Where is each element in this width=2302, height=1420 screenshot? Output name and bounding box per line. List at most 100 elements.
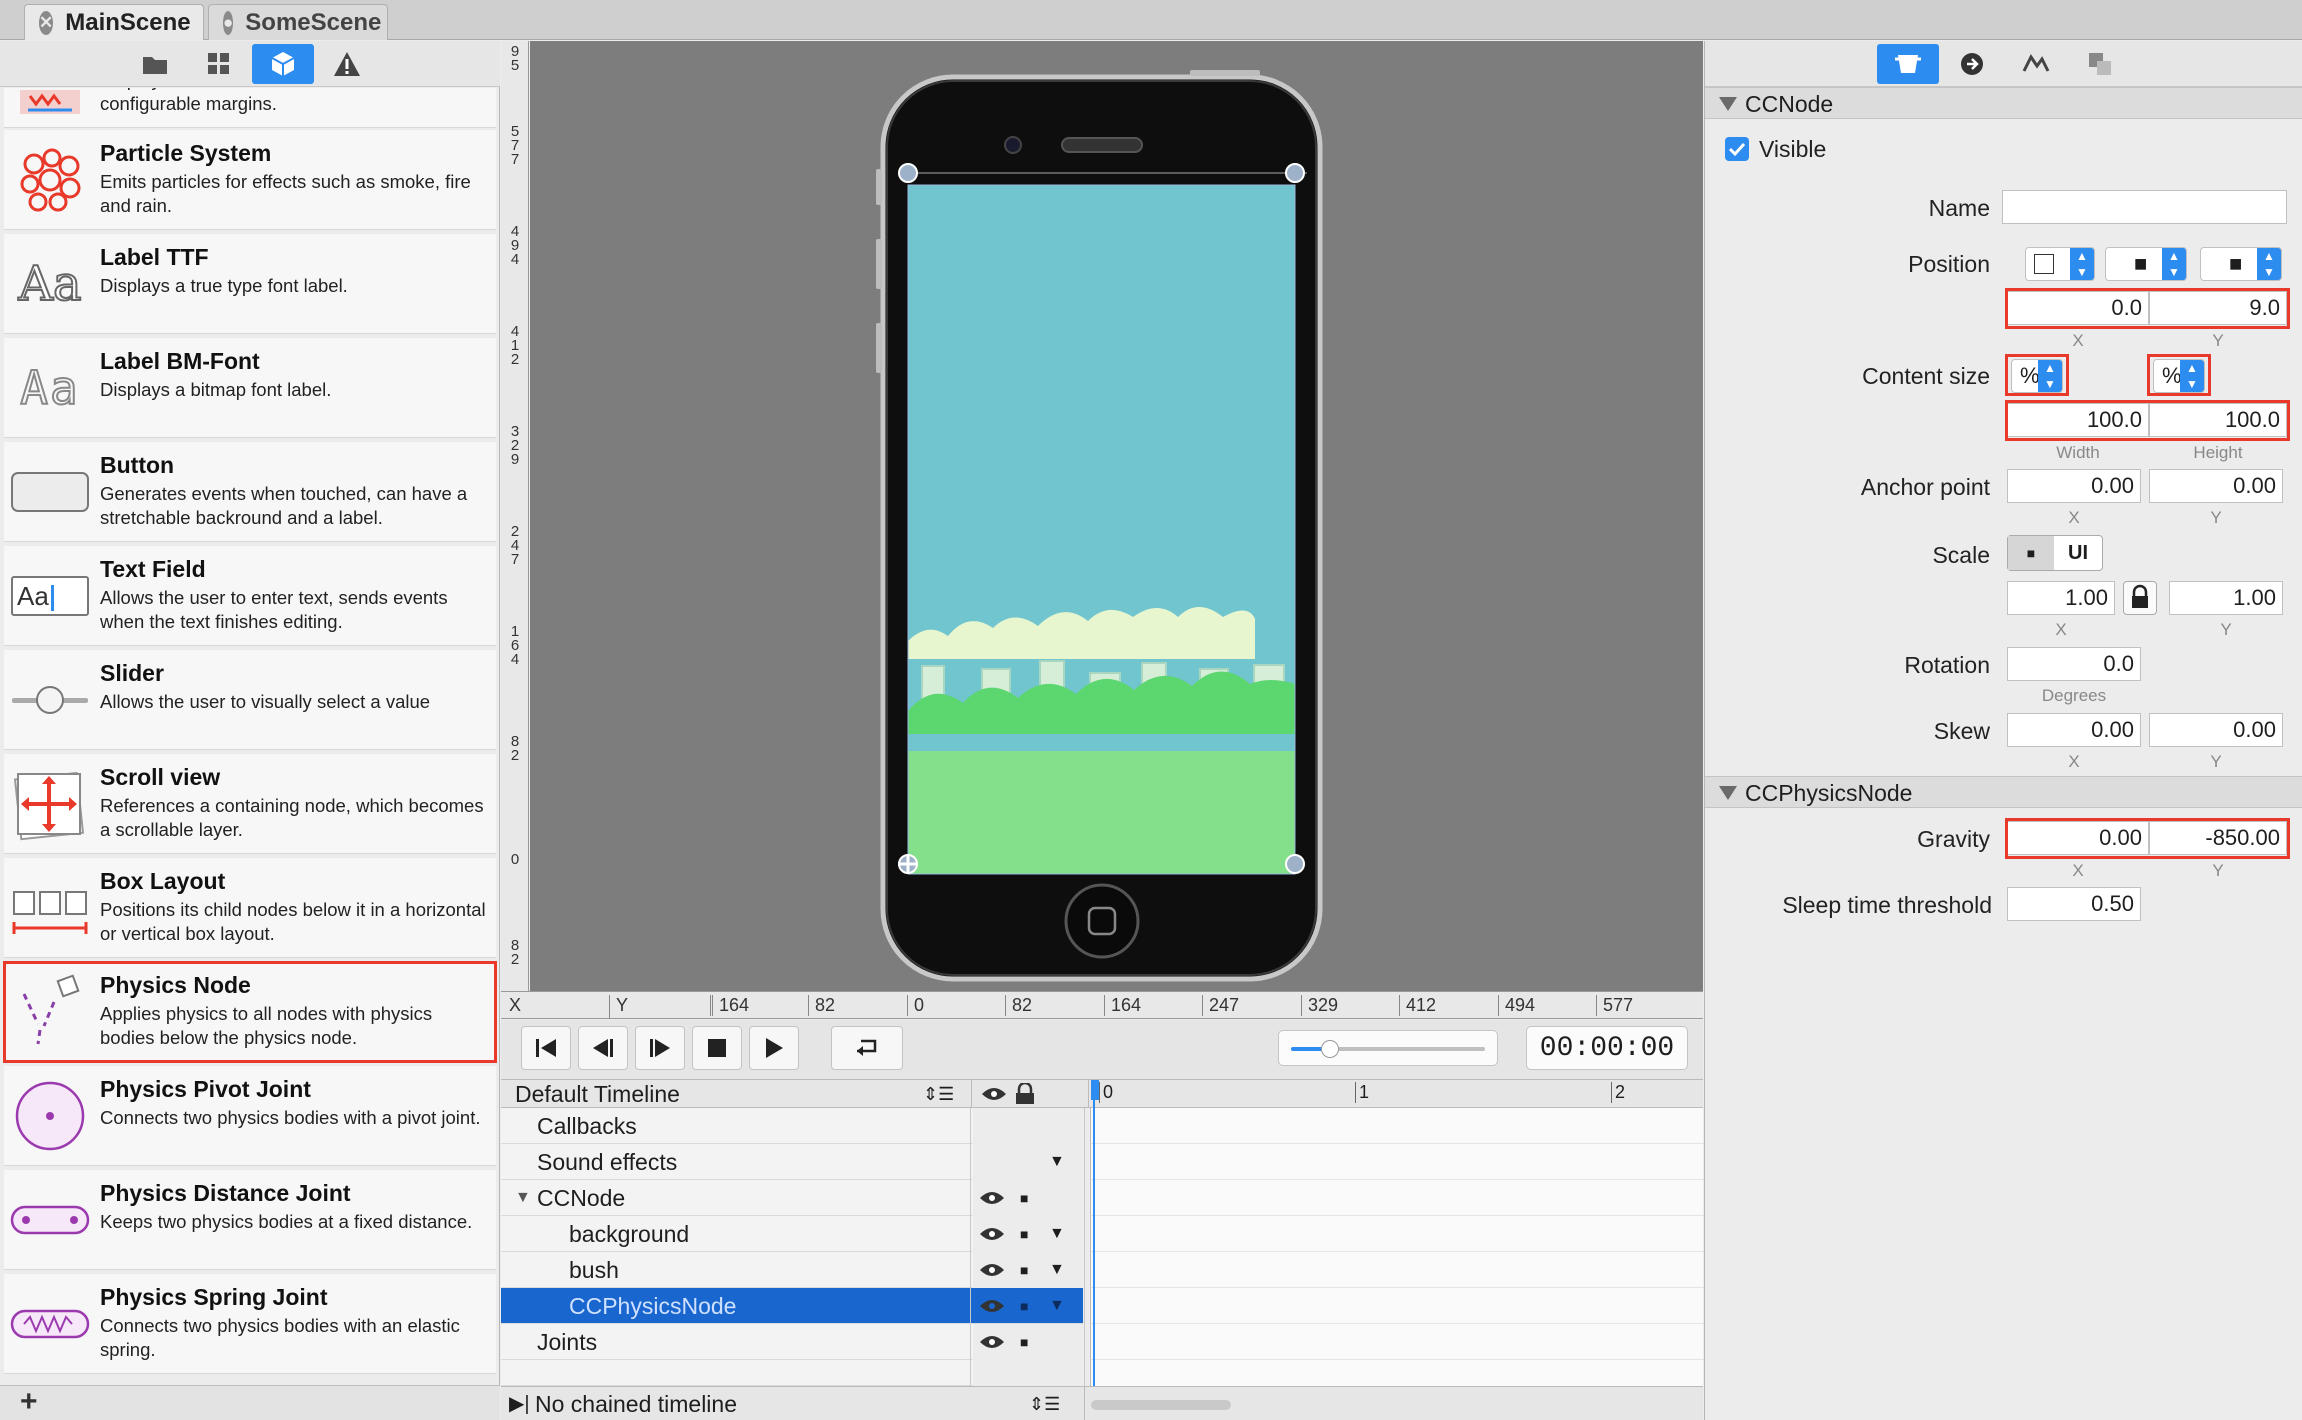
library-item-physics-spring-joint[interactable]: Physics Spring Joint Connects two physic… (4, 1274, 496, 1374)
position-corner-select[interactable]: ▲ ▼ (2025, 247, 2095, 281)
chain-menu-icon[interactable]: ⇕☰ (1029, 1387, 1060, 1420)
library-item-physics-distance-joint[interactable]: Physics Distance Joint Keeps two physics… (4, 1170, 496, 1270)
library-item-box-layout[interactable]: Box Layout Positions its child nodes bel… (4, 858, 496, 958)
tab-somescene[interactable]: ● SomeScene (208, 4, 388, 40)
library-item-text-field[interactable]: Aa Text Field Allows the user to enter t… (4, 546, 496, 646)
position-y-unit-select[interactable]: ■ ▲ ▼ (2200, 247, 2282, 281)
scene-canvas[interactable] (530, 41, 1703, 991)
slider-knob[interactable] (1320, 1040, 1339, 1058)
dropdown-arrow-icon[interactable]: ▼ (1049, 1252, 1065, 1288)
physics-tab[interactable] (2005, 44, 2067, 84)
library-item-particle-system[interactable]: Particle System Emits particles for effe… (4, 130, 496, 230)
dropdown-arrow-icon[interactable]: ▼ (1049, 1216, 1065, 1252)
ruler-label: 9 5 (510, 43, 520, 74)
eye-icon[interactable] (979, 1297, 1005, 1315)
step-forward-button[interactable] (635, 1026, 685, 1070)
timeline-row-ccnode[interactable]: ▼ CCNode ■ (501, 1180, 1028, 1216)
visible-checkbox[interactable] (1725, 137, 1749, 161)
x-caption: X (2072, 331, 2084, 350)
scale-point-segment[interactable]: ■ (2008, 536, 2054, 570)
node-cube-icon[interactable] (252, 44, 314, 84)
timeline-row-joints[interactable]: Joints ■ (501, 1324, 1028, 1360)
timeline-menu-icon[interactable]: ⇕☰ (923, 1080, 954, 1108)
library-item-label-ttf[interactable]: Aa Label TTF Displays a true type font l… (4, 234, 496, 334)
library-item-button[interactable]: Button Generates events when touched, ca… (4, 442, 496, 542)
timeline-row-bush[interactable]: bush ■ ▼ (501, 1252, 1065, 1288)
chained-timeline-select[interactable]: No chained timeline (535, 1387, 737, 1420)
eye-icon[interactable] (979, 1333, 1005, 1351)
warning-icon[interactable] (316, 44, 378, 84)
add-button[interactable]: + (20, 1386, 38, 1418)
library-item-label-bmfont[interactable]: Aa Label BM-Font Displays a bitmap font … (4, 338, 496, 438)
dropdown-arrow-icon[interactable]: ▼ (1049, 1288, 1065, 1324)
timeline-row-sound-effects[interactable]: Sound effects ▼ (501, 1144, 1065, 1180)
timeline-row-callbacks[interactable]: Callbacks (501, 1108, 973, 1144)
scale-x-field[interactable]: 1.00 (2007, 581, 2115, 615)
lock-icon (1016, 1083, 1034, 1104)
scale-ui-segment[interactable]: UI (2054, 536, 2102, 570)
y-caption: Y (2210, 752, 2222, 771)
timeline-zoom-slider[interactable] (1278, 1030, 1498, 1066)
properties-tab[interactable] (1877, 44, 1939, 84)
tab-mainscene[interactable]: ✕ MainScene (24, 4, 204, 40)
item-desc: Applies physics to all nodes with physic… (100, 1003, 433, 1048)
code-connections-tab[interactable] (1941, 44, 2003, 84)
library-item-slider[interactable]: Slider Allows the user to visually selec… (4, 650, 496, 750)
scale-y-field[interactable]: 1.00 (2169, 581, 2283, 615)
selection-handle[interactable] (1285, 854, 1305, 874)
row-label: Callbacks (537, 1113, 637, 1139)
disclosure-triangle-icon[interactable]: ▼ (515, 1180, 531, 1216)
chain-play-icon[interactable]: ▶| (509, 1387, 530, 1420)
skew-y-field[interactable]: 0.00 (2149, 713, 2283, 747)
name-field[interactable] (2002, 190, 2287, 224)
eye-icon[interactable] (979, 1261, 1005, 1279)
selection-handle[interactable] (898, 163, 918, 183)
lock-dot-icon[interactable]: ■ (1020, 1324, 1028, 1360)
position-x-unit-select[interactable]: ■ ▲ ▼ (2105, 247, 2187, 281)
anchor-x-field[interactable]: 0.00 (2007, 469, 2141, 503)
library-item-sprite9slice[interactable]: Displays stretchable 9-sliced texture wi… (4, 88, 496, 128)
rotation-field[interactable]: 0.0 (2007, 647, 2141, 681)
step-back-button[interactable] (578, 1026, 628, 1070)
lock-dot-icon[interactable]: ■ (1020, 1252, 1028, 1288)
horizontal-scrollbar[interactable] (1091, 1400, 1231, 1410)
folder-icon[interactable] (124, 44, 186, 84)
jump-to-start-button[interactable] (521, 1026, 571, 1070)
row-label: Joints (537, 1329, 598, 1355)
timeline-select[interactable]: Default Timeline (515, 1080, 680, 1108)
library-item-scroll-view[interactable]: Scroll view References a containing node… (4, 754, 496, 854)
scale-lock-button[interactable] (2123, 581, 2157, 615)
disclosure-triangle-icon[interactable] (1719, 97, 1737, 111)
timeline-row-background[interactable]: background ■ ▼ (501, 1216, 1065, 1252)
selection-handle[interactable] (1285, 163, 1305, 183)
properties-icon (1895, 55, 1921, 73)
section-ccphysicsnode[interactable]: CCPhysicsNode (1705, 776, 2302, 808)
button-icon (10, 452, 90, 532)
sleep-threshold-field[interactable]: 0.50 (2007, 887, 2141, 921)
dropdown-arrow-icon[interactable]: ▼ (1049, 1144, 1065, 1180)
library-item-physics-node[interactable]: Physics Node Applies physics to all node… (3, 961, 497, 1063)
timeline-row-ccphysicsnode[interactable]: CCPhysicsNode ■ ▼ (501, 1288, 1083, 1324)
skew-x-field[interactable]: 0.00 (2007, 713, 2141, 747)
anchor-y-field[interactable]: 0.00 (2149, 469, 2283, 503)
eye-icon[interactable] (979, 1189, 1005, 1207)
lock-dot-icon[interactable]: ■ (1020, 1288, 1028, 1324)
lock-dot-icon[interactable]: ■ (1020, 1216, 1028, 1252)
playhead-line[interactable] (1093, 1080, 1095, 1386)
lock-dot-icon[interactable]: ■ (1020, 1180, 1028, 1216)
templates-tab[interactable] (2069, 44, 2131, 84)
play-button[interactable] (749, 1026, 799, 1070)
section-ccnode[interactable]: CCNode (1705, 87, 2302, 119)
disclosure-triangle-icon[interactable] (1719, 786, 1737, 800)
position-highlight (2005, 288, 2290, 329)
content-size-label: Content size (1862, 363, 1990, 389)
item-desc: Positions its child nodes below it in a … (100, 899, 486, 944)
library-item-physics-pivot-joint[interactable]: Physics Pivot Joint Connects two physics… (4, 1066, 496, 1166)
close-icon[interactable]: ✕ (39, 10, 54, 35)
grid-icon[interactable] (188, 44, 250, 84)
scale-type-segmented[interactable]: ■ UI (2007, 535, 2103, 571)
eye-icon[interactable] (979, 1225, 1005, 1243)
loop-button[interactable] (831, 1026, 903, 1070)
stop-button[interactable] (692, 1026, 742, 1070)
timeline-keyframe-area[interactable] (1090, 1080, 1704, 1386)
